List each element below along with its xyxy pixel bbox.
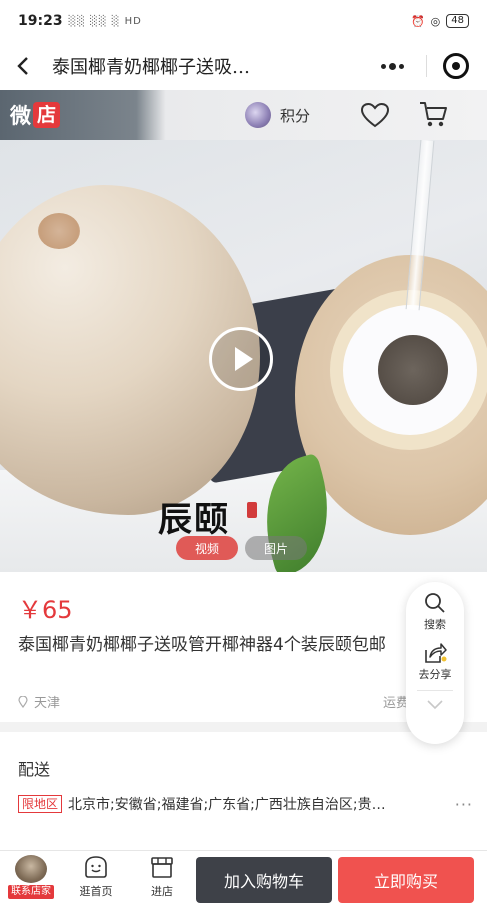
more-menu-button[interactable] [376,54,408,78]
play-video-button[interactable] [209,327,273,391]
product-location: 天津 [18,692,60,711]
share-label: 去分享 [418,668,452,681]
status-bar: 19:23 ░░ ░░ ░ HD ⏰ ◎ 48 [0,0,487,42]
product-price: ￥65 [18,596,73,624]
home-button[interactable]: 逛首页 [74,855,118,899]
floating-action-panel: 搜索 去分享 [406,582,464,744]
more-dots-icon[interactable]: ··· [455,795,473,814]
target-icon [452,62,460,70]
status-right: ⏰ ◎ 48 [411,14,469,28]
product-title: 泰国椰青奶椰椰子送吸管开椰神器4个装辰颐包邮 [18,635,386,655]
product-hero-media[interactable]: 辰颐 视频 图片 [0,140,487,572]
points-link[interactable]: 积分 [280,105,310,126]
buy-now-button[interactable]: 立即购买 [338,857,474,903]
weidian-logo[interactable]: 微 店 [10,100,61,130]
favorite-heart-icon[interactable] [360,102,390,128]
seller-avatar [15,855,47,883]
home-label: 逛首页 [79,885,113,898]
brand-watermark: 辰颐 [158,500,230,540]
enter-shop-button[interactable]: 进店 [140,855,184,899]
brand-seal [247,502,257,518]
title-divider [426,55,427,77]
smiley-home-icon [85,856,107,878]
share-button[interactable]: 去分享 [419,642,452,682]
tab-pictures[interactable]: 图片 [245,536,307,560]
title-bar: 泰国椰青奶椰椰子送吸… [0,42,487,90]
panel-divider [417,690,453,691]
bottom-action-bar: 联系店家 逛首页 进店 加入购物车 立即购买 [0,850,487,907]
chevron-down-icon[interactable] [426,699,444,711]
delivery-areas-text: 北京市;安徽省;福建省;广东省;广西壮族自治区;贵… [68,797,386,813]
dot-icon [380,63,386,69]
location-pin-icon [18,695,28,708]
close-miniprogram-button[interactable] [443,53,469,79]
shop-label: 进店 [151,885,173,898]
location-text: 天津 [34,696,61,711]
coconut-hole [378,335,448,405]
battery-indicator: 48 [446,14,469,28]
status-time: 19:23 [18,13,63,29]
play-icon [234,347,253,371]
back-button[interactable] [14,54,38,78]
shop-icon [151,857,173,878]
contact-seller-label: 联系店家 [8,885,54,899]
search-button[interactable]: 搜索 [424,592,446,632]
back-arrow-icon [17,57,28,75]
cart-icon[interactable] [418,100,448,128]
coconut-tip [38,213,80,249]
alarm-icon: ⏰ [410,14,425,28]
add-to-cart-button[interactable]: 加入购物车 [196,857,332,903]
search-icon [425,593,445,613]
product-page: 19:23 ░░ ░░ ░ HD ⏰ ◎ 48 泰国椰青奶椰椰子送吸… 微 店 [0,0,487,907]
logo-text-wei: 微 [10,104,31,128]
dot-icon [388,62,396,70]
contact-seller-button[interactable]: 联系店家 [4,855,58,899]
tab-video[interactable]: 视频 [176,536,238,560]
share-icon [425,643,447,663]
logo-text-dian: 店 [33,102,61,128]
shop-header: 微 店 积分 [0,90,487,140]
signal-icon: ░░ ░░ ░ HD [68,15,142,27]
delivery-areas-row[interactable]: 限地区 北京市;安徽省;福建省;广东省;广西壮族自治区;贵… ··· [18,794,473,814]
dot-icon [398,63,404,69]
search-label: 搜索 [424,618,446,631]
restricted-area-tag: 限地区 [18,795,63,813]
page-title: 泰国椰青奶椰椰子送吸… [52,57,250,78]
delivery-heading: 配送 [18,760,51,779]
lock-icon: ◎ [430,14,441,28]
user-avatar[interactable] [245,102,271,128]
